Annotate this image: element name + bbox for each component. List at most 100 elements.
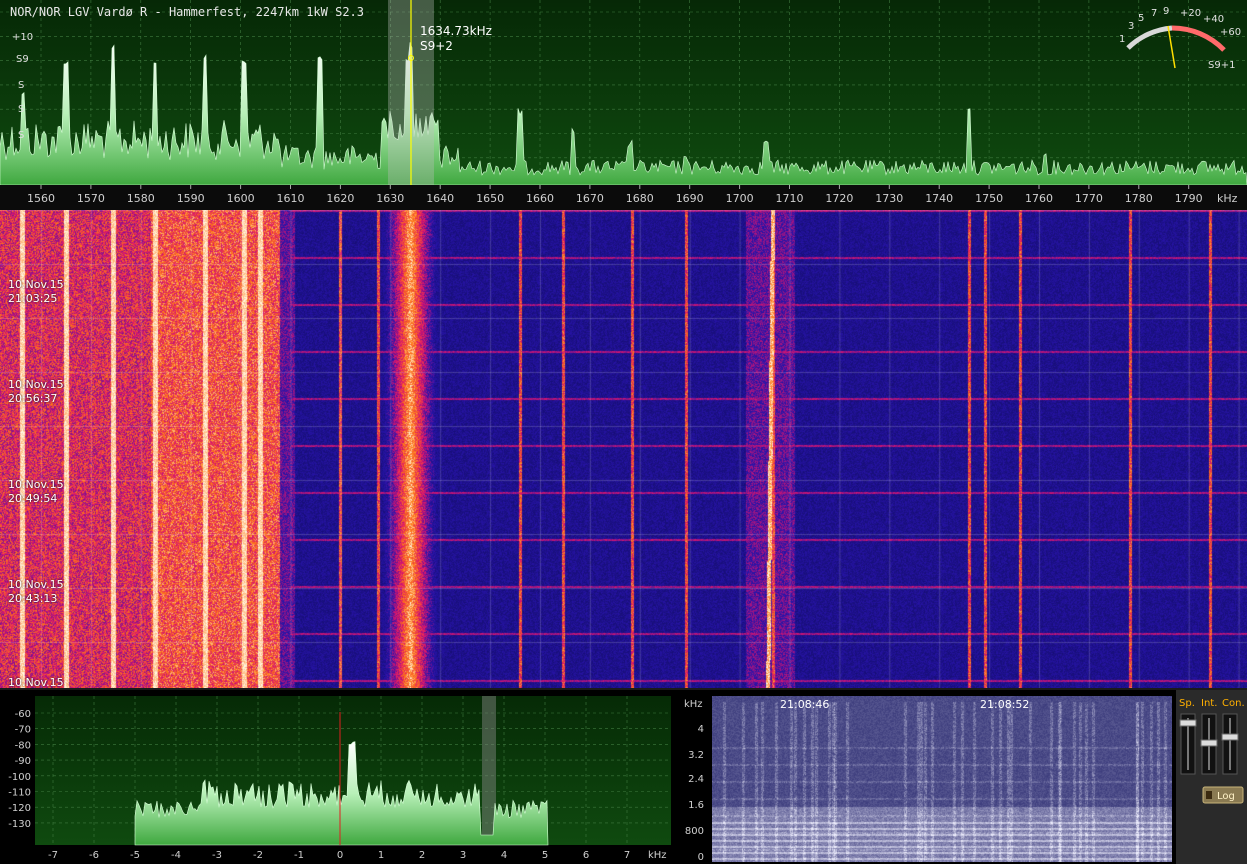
s-meter-reading: S9+1	[1208, 60, 1235, 71]
y-label: S	[18, 104, 24, 115]
frequency-tick-label: 1770	[1075, 192, 1103, 205]
timestamp-time: 20:49:54	[8, 492, 58, 505]
contrast-label: Con.	[1222, 698, 1245, 709]
waterfall-display[interactable]: 10.Nov.15 21:03:25 10.Nov.15 20:56:37 10.Nov…	[0, 210, 1247, 690]
s-meter-label: 5	[1138, 13, 1144, 24]
audio-x-label: 3	[460, 850, 466, 861]
audio-y-label: -100	[8, 772, 31, 783]
spectrogram-time: 21:08:46	[780, 698, 830, 711]
frequency-tick-label: 1630	[376, 192, 404, 205]
spectrogram-y-label: 1.6	[688, 800, 704, 811]
audio-spectrogram[interactable]: kHz 4 3.2 2.4 1.6 800 0 21:08:46 21:08:52	[676, 690, 1176, 864]
audio-x-labels: -7 -6 -5 -4 -3 -2 -1 0 1 2 3 4 5 6 7	[48, 850, 630, 861]
frequency-tick-label: 1780	[1125, 192, 1153, 205]
frequency-unit: kHz	[1217, 192, 1238, 205]
waterfall-timestamps: 10.Nov.15 21:03:25 10.Nov.15 20:56:37 10.Nov…	[0, 210, 1247, 690]
spectrogram-y-labels: 4 3.2 2.4 1.6 800 0	[685, 724, 704, 863]
audio-x-label: -1	[294, 850, 304, 861]
controls-svg: Sp. Int. Con. Log	[1179, 698, 1245, 804]
spectrogram-canvas[interactable]	[712, 696, 1172, 862]
audio-x-label: -3	[212, 850, 222, 861]
audio-x-label: 4	[501, 850, 507, 861]
spectrogram-y-label: 4	[698, 724, 704, 735]
spectrogram-unit: kHz	[684, 699, 703, 710]
waterfall-timestamp: 10.Nov.15	[8, 676, 64, 690]
frequency-tick-label: 1690	[676, 192, 704, 205]
station-info: NOR/NOR LGV Vardø R - Hammerfest, 2247km…	[10, 5, 364, 19]
audio-x-label: 6	[583, 850, 589, 861]
audio-x-label: 7	[624, 850, 630, 861]
frequency-tick-label: 1750	[975, 192, 1003, 205]
audio-y-label: -60	[15, 709, 31, 720]
frequency-tick-label: 1640	[426, 192, 454, 205]
log-button[interactable]: Log	[1202, 786, 1244, 804]
audio-y-label: -80	[15, 740, 31, 751]
audio-x-label: 0	[337, 850, 343, 861]
audio-spectrum[interactable]: -60 -70 -80 -90 -100 -110 -120 -130 -7 -6 -5 -4 -3-…	[0, 690, 676, 864]
contrast-slider-thumb[interactable]	[1221, 733, 1239, 741]
intensity-slider[interactable]	[1200, 713, 1218, 775]
frequency-tick-label: 1670	[576, 192, 604, 205]
waterfall-timestamp: 10.Nov.15 20:49:54	[8, 478, 64, 506]
s-meter-label: 1	[1119, 34, 1125, 45]
frequency-tick-label: 1650	[476, 192, 504, 205]
speed-label: Sp.	[1179, 698, 1195, 709]
s-meter-label: +60	[1220, 27, 1241, 38]
waterfall-timestamp: 10.Nov.15 20:43:13	[8, 578, 64, 606]
audio-unit: kHz	[648, 850, 667, 861]
audio-y-label: -90	[15, 756, 31, 767]
cursor-level: S9+2	[420, 39, 453, 53]
log-button-label: Log	[1217, 791, 1235, 802]
frequency-tick-label: 1710	[776, 192, 804, 205]
spectrogram-time: 21:08:52	[980, 698, 1030, 711]
timestamp-time: 20:43:13	[8, 592, 58, 605]
frequency-tick-label: 1590	[177, 192, 205, 205]
frequency-tick-label: 1580	[127, 192, 155, 205]
speed-slider[interactable]	[1179, 713, 1197, 775]
audio-x-label: -2	[253, 850, 263, 861]
timestamp-date: 10.Nov.15	[8, 578, 64, 591]
intensity-slider-thumb[interactable]	[1200, 739, 1218, 747]
audio-y-label: -120	[8, 803, 31, 814]
audio-x-label: -4	[171, 850, 181, 861]
audio-y-label: -130	[8, 819, 31, 830]
waterfall-timestamp: 10.Nov.15 20:56:37	[8, 378, 64, 406]
frequency-tick-label: 1610	[277, 192, 305, 205]
spectrum-svg[interactable]: NOR/NOR LGV Vardø R - Hammerfest, 2247km…	[0, 0, 1247, 210]
y-label: S	[18, 130, 24, 141]
frequency-tick-label: 1720	[825, 192, 853, 205]
audio-y-label: -70	[15, 725, 31, 736]
audio-y-label: -110	[8, 788, 31, 799]
waterfall-timestamp: 10.Nov.15 21:03:25	[8, 278, 64, 306]
y-label: S9	[16, 54, 29, 65]
frequency-tick-label: 1700	[726, 192, 754, 205]
contrast-slider[interactable]	[1221, 713, 1239, 775]
frequency-tick-label: 1620	[326, 192, 354, 205]
timestamp-date: 10.Nov.15	[8, 478, 64, 491]
s-meter-label: 9	[1163, 6, 1169, 17]
spectrogram-y-label: 3.2	[688, 750, 704, 761]
y-label: S	[18, 80, 24, 91]
cursor-frequency: 1634.73kHz	[420, 24, 492, 38]
s-meter-label: 7	[1151, 8, 1157, 19]
audio-x-label: -6	[89, 850, 99, 861]
speed-slider-thumb[interactable]	[1179, 719, 1197, 727]
audio-spectrum-svg[interactable]: -60-70-80-90-100-110-120-130 -7 -6 -5 -4 -3-…	[0, 690, 676, 864]
y-label: +10	[12, 32, 33, 43]
frequency-tick-label: 1790	[1175, 192, 1203, 205]
frequency-tick-label: 1740	[925, 192, 953, 205]
spectrum-display[interactable]: NOR/NOR LGV Vardø R - Hammerfest, 2247km…	[0, 0, 1247, 210]
timestamp-time: 21:03:25	[8, 292, 58, 305]
frequency-tick-label: 1680	[626, 192, 654, 205]
display-controls: Sp. Int. Con. Log	[1176, 690, 1247, 864]
audio-x-label: -7	[48, 850, 58, 861]
s-meter-label: +40	[1203, 14, 1224, 25]
audio-x-label: -5	[130, 850, 140, 861]
audio-x-label: 1	[378, 850, 384, 861]
timestamp-date: 10.Nov.15	[8, 378, 64, 391]
frequency-tick-label: 1730	[875, 192, 903, 205]
frequency-tick-label: 1560	[27, 192, 55, 205]
spectrogram-y-label: 800	[685, 826, 704, 837]
s-meter-label: +20	[1180, 8, 1201, 19]
intensity-label: Int.	[1201, 698, 1217, 709]
